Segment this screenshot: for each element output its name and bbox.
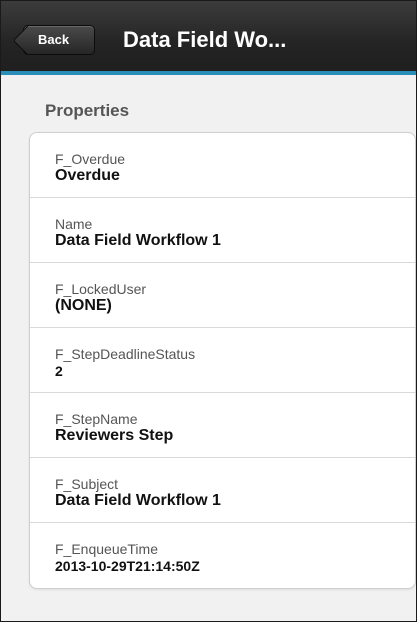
property-key: F_LockedUser [55, 281, 147, 297]
property-value: Data Field Workflow 1 [55, 232, 221, 249]
list-item[interactable]: F_Subject Data Field Workflow 1 [30, 458, 415, 523]
property-value: (NONE) [55, 297, 112, 314]
property-value: 2013-10-29T21:14:50Z [55, 558, 200, 574]
list-item[interactable]: F_StepName Reviewers Step [30, 393, 415, 458]
properties-list: F_Overdue Overdue Name Data Field Workfl… [29, 132, 416, 589]
list-item[interactable]: Name Data Field Workflow 1 [30, 198, 415, 263]
list-item[interactable]: F_StepDeadlineStatus 2 [30, 328, 415, 393]
page-title: Data Field Wo... [123, 27, 287, 52]
section-heading: Properties [45, 101, 130, 120]
property-value: Overdue [55, 167, 120, 184]
property-key: F_Overdue [55, 151, 126, 167]
property-key: F_StepDeadlineStatus [55, 346, 196, 362]
list-item[interactable]: F_LockedUser (NONE) [30, 263, 415, 328]
property-key: F_StepName [55, 411, 138, 427]
list-item[interactable]: F_Overdue Overdue [30, 133, 415, 198]
property-key: Name [55, 216, 93, 232]
list-item[interactable]: F_EnqueueTime 2013-10-29T21:14:50Z [30, 523, 415, 588]
property-key: F_EnqueueTime [55, 541, 158, 557]
property-key: F_Subject [55, 476, 119, 492]
back-button-label: Back [38, 32, 70, 47]
header-bar: Back Data Field Wo... [1, 1, 416, 75]
app-frame: Back Data Field Wo... Properties F_Overd… [0, 0, 417, 622]
property-value: 2 [55, 363, 63, 379]
property-value: Reviewers Step [55, 427, 174, 444]
back-button[interactable]: Back [23, 25, 95, 55]
property-value: Data Field Workflow 1 [55, 492, 221, 509]
